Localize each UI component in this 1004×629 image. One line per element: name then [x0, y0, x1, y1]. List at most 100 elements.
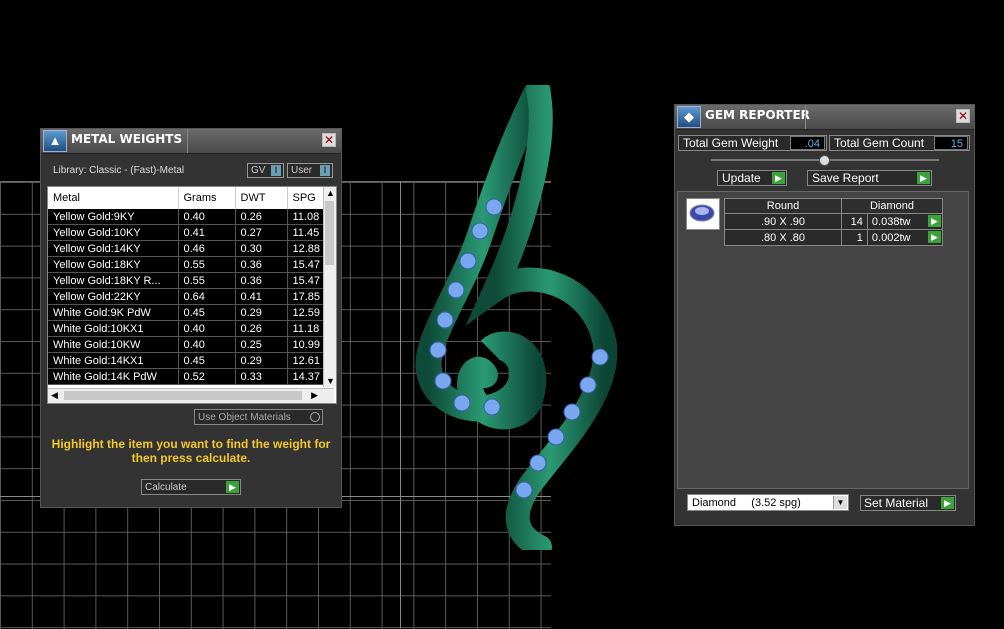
user-toggle[interactable]: User I	[287, 163, 333, 178]
table-row[interactable]: Yellow Gold:9KY 0.40 0.26 11.08	[48, 209, 324, 225]
column-header-dwt[interactable]: DWT	[235, 187, 288, 209]
grams-cell: 0.46	[178, 240, 236, 257]
panel-slider-knob[interactable]	[819, 155, 830, 166]
play-arrow-icon: ▶	[226, 481, 239, 493]
gv-toggle[interactable]: GV I	[247, 163, 284, 178]
dwt-cell: 0.36	[235, 256, 288, 273]
jewelry-model[interactable]	[410, 85, 620, 550]
user-toggle-indicator: I	[320, 165, 330, 176]
material-select-value: Diamond (3.52 spg)	[692, 497, 801, 509]
total-gem-weight-value: .04	[790, 136, 825, 150]
horizontal-scroll-thumb[interactable]	[64, 391, 302, 400]
library-label: Library: Classic - (Fast)-Metal	[53, 165, 185, 176]
grams-cell: 0.45	[178, 352, 236, 369]
table-row[interactable]: White Gold:14KX1 0.45 0.29 12.61	[48, 352, 324, 369]
table-row[interactable]: Yellow Gold:14KY 0.46 0.30 12.88	[48, 240, 324, 257]
gem-list-area: Round Diamond .90 X .90 14 0.038tw ▶ .80 X .…	[677, 191, 969, 489]
gem-weight-cell: 0.002tw ▶	[866, 229, 944, 246]
gv-toggle-indicator: I	[271, 165, 281, 176]
dwt-cell: 0.29	[235, 352, 288, 369]
table-row[interactable]: White Gold:10KX1 0.40 0.26 11.18	[48, 320, 324, 337]
use-object-materials-option[interactable]: Use Object Materials	[194, 409, 323, 425]
table-row[interactable]: White Gold:9K PdW 0.45 0.29 12.59	[48, 304, 324, 321]
gem-reporter-titlebar[interactable]: ◆ GEM REPORTER ✕	[675, 105, 974, 130]
vertical-scroll-thumb[interactable]	[325, 201, 334, 265]
column-header-diamond: Diamond	[841, 198, 943, 214]
spg-cell: 11.45	[287, 224, 324, 241]
metal-weights-panel: ▲ METAL WEIGHTS ✕ Library: Classic - (Fa…	[40, 128, 342, 508]
table-row[interactable]: White Gold:10KW 0.40 0.25 10.99	[48, 336, 324, 353]
column-header-spg[interactable]: SPG	[287, 187, 324, 209]
column-header-metal[interactable]: Metal	[48, 187, 179, 209]
grams-cell: 0.52	[178, 368, 236, 385]
gem-size-cell: .90 X .90	[724, 213, 842, 230]
total-gem-weight-label: Total Gem Weight	[683, 136, 779, 150]
metal-name-cell: White Gold:14K PdW	[48, 368, 179, 385]
set-material-label: Set Material	[864, 496, 929, 510]
gem-row[interactable]: .90 X .90 14 0.038tw ▶	[724, 213, 944, 230]
column-header-grams[interactable]: Grams	[178, 187, 236, 209]
spg-cell: 14.37	[287, 368, 324, 385]
gem-count-cell: 1	[841, 229, 868, 246]
scroll-right-icon[interactable]: ▶	[311, 390, 318, 401]
set-material-button[interactable]: Set Material ▶	[860, 495, 956, 511]
user-toggle-label: User	[291, 165, 313, 176]
scroll-up-icon[interactable]: ▲	[326, 188, 335, 198]
calculate-label: Calculate	[145, 482, 187, 493]
table-row[interactable]: Yellow Gold:18KY 0.55 0.36 15.47	[48, 256, 324, 273]
gem-table: Round Diamond .90 X .90 14 0.038tw ▶ .80 X .…	[724, 198, 944, 246]
dwt-cell: 0.30	[235, 240, 288, 257]
play-arrow-icon: ▶	[772, 172, 785, 184]
metal-weights-title: METAL WEIGHTS	[71, 132, 183, 146]
metal-name-cell: Yellow Gold:10KY	[48, 224, 179, 241]
table-row[interactable]: Yellow Gold:22KY 0.64 0.41 17.85	[48, 288, 324, 305]
update-label: Update	[722, 171, 761, 185]
table-row[interactable]: White Gold:14K PdW 0.52 0.33 14.37	[48, 368, 324, 385]
title-divider	[187, 129, 188, 153]
grams-cell: 0.64	[178, 288, 236, 305]
total-gem-count-label: Total Gem Count	[834, 136, 925, 150]
close-icon[interactable]: ✕	[322, 133, 336, 147]
spg-cell: 12.88	[287, 240, 324, 257]
spg-cell: 10.99	[287, 336, 324, 353]
gv-toggle-label: GV	[251, 165, 266, 176]
calculate-button[interactable]: Calculate ▶	[141, 479, 241, 495]
dwt-cell: 0.26	[235, 320, 288, 337]
gem-reporter-icon: ◆	[677, 106, 701, 128]
metal-weights-titlebar[interactable]: ▲ METAL WEIGHTS ✕	[41, 129, 341, 154]
spg-cell: 11.08	[287, 209, 324, 225]
table-row[interactable]: Yellow Gold:10KY 0.41 0.27 11.45	[48, 224, 324, 241]
material-select[interactable]: Diamond (3.52 spg) ▼	[687, 494, 849, 511]
radio-icon[interactable]	[310, 412, 320, 422]
gem-row[interactable]: .80 X .80 1 0.002tw ▶	[724, 229, 944, 246]
metal-name-cell: White Gold:10KX1	[48, 320, 179, 337]
dwt-cell: 0.36	[235, 272, 288, 289]
update-button[interactable]: Update ▶	[717, 170, 787, 186]
close-icon[interactable]: ✕	[956, 109, 970, 123]
gem-count-cell: 14	[841, 213, 868, 230]
gem-reporter-title: GEM REPORTER	[705, 108, 810, 122]
round-gem-icon[interactable]	[686, 198, 720, 230]
scroll-down-icon[interactable]: ▼	[326, 376, 335, 386]
metal-name-cell: Yellow Gold:14KY	[48, 240, 179, 257]
metal-name-cell: Yellow Gold:18KY	[48, 256, 179, 273]
metal-name-cell: White Gold:10KW	[48, 336, 179, 353]
use-object-materials-label: Use Object Materials	[198, 412, 291, 423]
spg-cell: 12.61	[287, 352, 324, 369]
metal-table-horizontal-scrollbar[interactable]: ◀ ▶	[48, 388, 334, 403]
dwt-cell: 0.29	[235, 304, 288, 321]
chevron-down-icon[interactable]: ▼	[833, 496, 847, 509]
play-arrow-icon: ▶	[941, 497, 954, 509]
table-row[interactable]: Yellow Gold:18KY R... 0.55 0.36 15.47	[48, 272, 324, 289]
scroll-left-icon[interactable]: ◀	[51, 390, 58, 401]
play-arrow-icon[interactable]: ▶	[928, 215, 941, 227]
save-report-button[interactable]: Save Report ▶	[807, 170, 932, 186]
grid-axis-vertical	[400, 181, 401, 628]
metal-table-container: Metal Grams DWT SPG Yellow Gold:9KY 0.40 0…	[47, 186, 337, 404]
metal-name-cell: Yellow Gold:22KY	[48, 288, 179, 305]
grams-cell: 0.40	[178, 336, 236, 353]
metal-table-vertical-scrollbar[interactable]: ▲ ▼	[323, 187, 336, 387]
play-arrow-icon[interactable]: ▶	[928, 231, 941, 243]
spg-cell: 11.18	[287, 320, 324, 337]
dwt-cell: 0.27	[235, 224, 288, 241]
